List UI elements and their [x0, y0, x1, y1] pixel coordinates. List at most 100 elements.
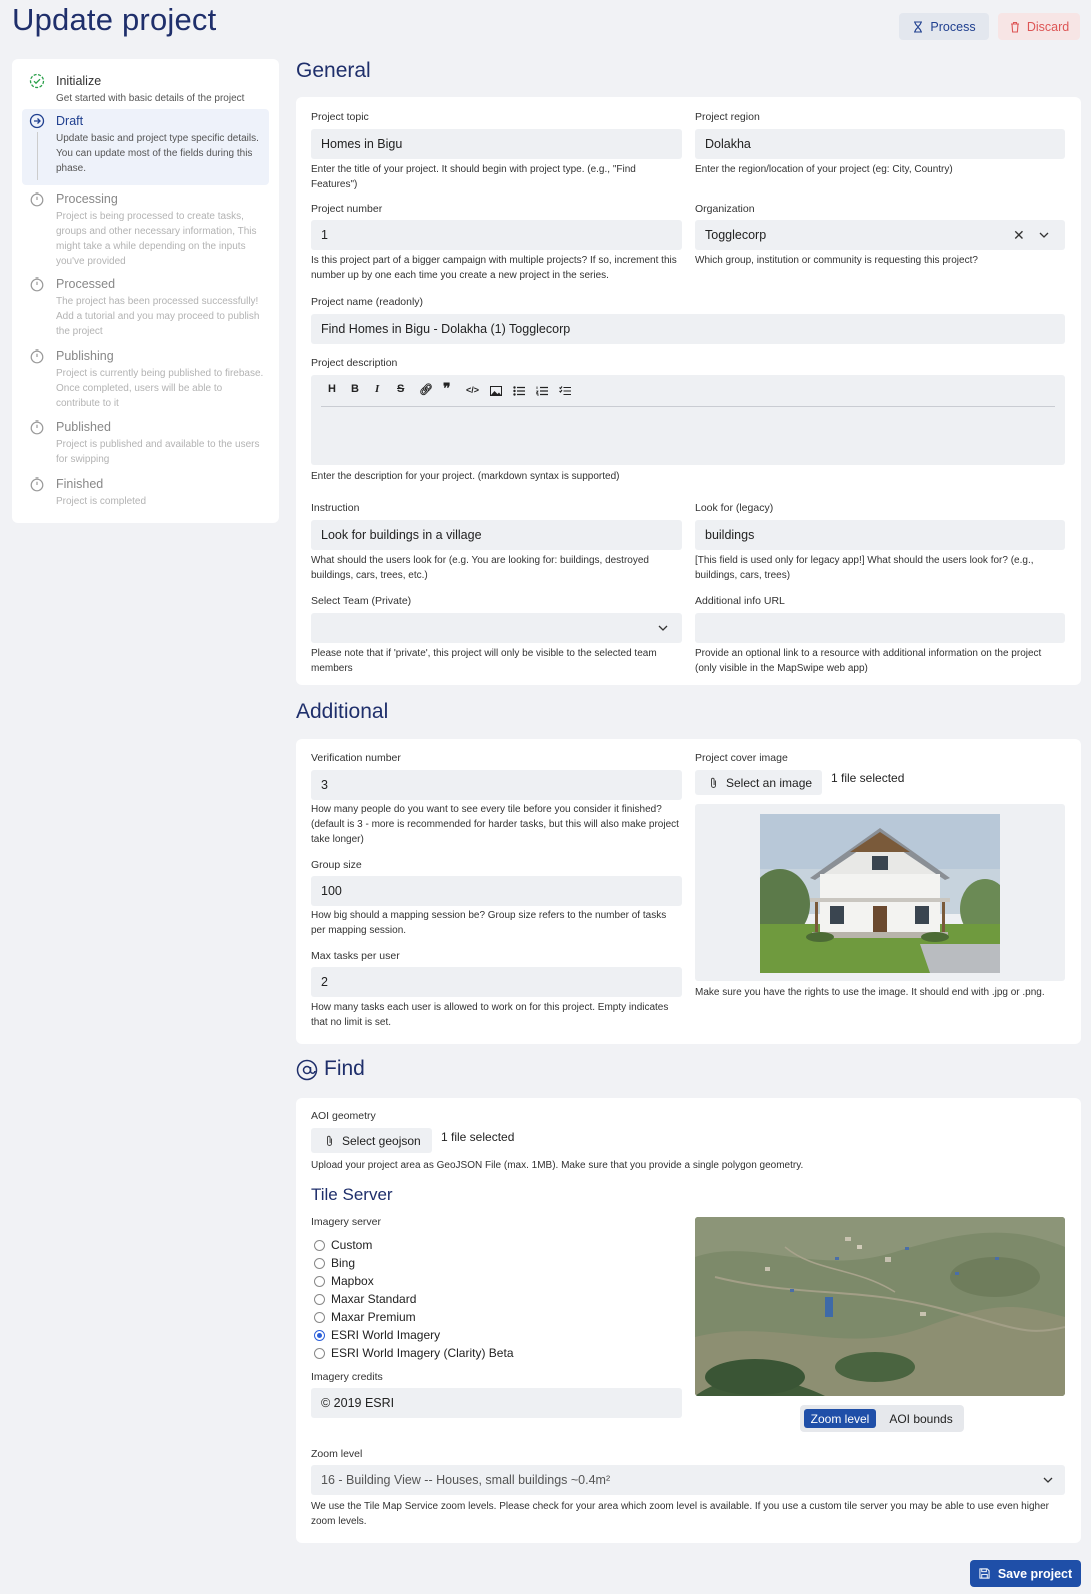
link-icon[interactable]: 🔗︎	[419, 383, 433, 396]
team-select[interactable]	[311, 613, 682, 643]
topic-input[interactable]: Homes in Bigu	[311, 129, 682, 159]
group-size-input[interactable]: 100	[311, 876, 682, 906]
stopwatch-icon	[30, 477, 44, 492]
lookfor-input[interactable]: buildings	[695, 520, 1065, 550]
radio-bing[interactable]: Bing	[314, 1256, 355, 1270]
radio-label: Maxar Standard	[331, 1292, 417, 1306]
info-url-input[interactable]	[695, 613, 1065, 643]
select-geojson-label: Select geojson	[342, 1133, 421, 1148]
clear-icon[interactable]: ✕	[1013, 227, 1025, 244]
number-input[interactable]: 1	[311, 220, 682, 250]
discard-label: Discard	[1026, 19, 1070, 34]
credits-label: Imagery credits	[311, 1371, 383, 1383]
step-title: Processing	[56, 192, 118, 206]
italic-icon[interactable]: I	[375, 383, 379, 395]
zoom-hint: We use the Tile Map Service zoom levels.…	[311, 1501, 1049, 1527]
chevron-down-icon[interactable]	[1043, 1476, 1053, 1484]
radio-label: Maxar Premium	[331, 1310, 416, 1324]
group-size-label: Group size	[311, 859, 362, 871]
step-desc: Project is completed	[56, 496, 147, 507]
step-desc: Get started with basic details of the pr…	[56, 93, 245, 104]
process-button[interactable]: Process	[899, 13, 989, 40]
zoom-select[interactable]: 16 - Building View -- Houses, small buil…	[311, 1465, 1065, 1495]
radio-esri-world-imagery[interactable]: ESRI World Imagery	[314, 1328, 440, 1342]
process-label: Process	[930, 19, 976, 34]
numbered-list-icon[interactable]	[536, 386, 548, 396]
radio-maxar-premium[interactable]: Maxar Premium	[314, 1310, 416, 1324]
name-label: Project name (readonly)	[311, 296, 424, 308]
page-title: Update project	[12, 2, 217, 37]
select-image-button[interactable]: Select an image	[695, 770, 822, 795]
max-tasks-hint: How many tasks each user is allowed to w…	[311, 1002, 669, 1028]
general-heading: General	[296, 59, 371, 82]
credits-input[interactable]: © 2019 ESRI	[311, 1388, 682, 1418]
organization-hint: Which group, institution or community is…	[695, 255, 978, 266]
name-readonly-field: Find Homes in Bigu - Dolakha (1) Togglec…	[311, 314, 1065, 344]
hourglass-icon	[914, 20, 923, 33]
radio-esri-clarity[interactable]: ESRI World Imagery (Clarity) Beta	[314, 1346, 514, 1360]
topic-label: Project topic	[311, 111, 369, 123]
bold-icon[interactable]: B	[351, 383, 359, 395]
tab-zoom-level[interactable]: Zoom level	[804, 1409, 876, 1428]
radio-circle	[314, 1347, 325, 1359]
imagery-preview-map[interactable]	[695, 1217, 1065, 1396]
save-project-button[interactable]: Save project	[970, 1560, 1081, 1587]
aoi-label: AOI geometry	[311, 1110, 376, 1122]
discard-button[interactable]: Discard	[998, 13, 1080, 40]
paperclip-icon	[327, 1135, 332, 1146]
radio-circle	[314, 1311, 325, 1323]
step-title: Initialize	[56, 74, 102, 88]
step-title: Draft	[56, 114, 84, 128]
max-tasks-input[interactable]: 2	[311, 967, 682, 997]
chevron-down-icon[interactable]	[1039, 231, 1049, 239]
additional-heading: Additional	[296, 700, 389, 723]
number-hint: Is this project part of a bigger campaig…	[311, 255, 677, 281]
image-icon[interactable]	[490, 386, 502, 396]
radio-maxar-standard[interactable]: Maxar Standard	[314, 1292, 416, 1306]
organization-select[interactable]: Togglecorp	[695, 220, 1065, 250]
imagery-label: Imagery server	[311, 1216, 382, 1228]
at-sign-icon	[296, 1059, 318, 1081]
radio-label: Bing	[331, 1256, 356, 1270]
task-list-icon[interactable]	[559, 386, 571, 396]
radio-mapbox[interactable]: Mapbox	[314, 1274, 374, 1288]
chevron-down-icon[interactable]	[658, 624, 668, 632]
team-hint: Please note that if 'private', this proj…	[311, 648, 657, 674]
info-url-hint: Provide an optional link to a resource w…	[695, 648, 1042, 674]
stopwatch-icon	[30, 192, 44, 207]
instruction-label: Instruction	[311, 502, 360, 514]
step-desc: The project has been processed successfu…	[56, 296, 260, 337]
radio-circle	[314, 1239, 325, 1251]
heading-icon[interactable]: H	[328, 383, 336, 395]
instruction-hint: What should the users look for (e.g. You…	[311, 555, 649, 581]
quote-icon[interactable]: ❞	[443, 380, 451, 397]
stopwatch-icon	[30, 277, 44, 292]
zoom-label: Zoom level	[311, 1448, 363, 1460]
step-desc: Project is being processed to create tas…	[56, 211, 257, 267]
strikethrough-icon[interactable]: S	[397, 383, 404, 395]
group-size-hint: How big should a mapping session be? Gro…	[311, 910, 667, 936]
step-processed: Processed The project has been processed…	[22, 272, 269, 338]
save-project-label: Save project	[997, 1566, 1073, 1581]
step-publishing: Publishing Project is currently being pu…	[22, 344, 269, 410]
tab-aoi-bounds[interactable]: AOI bounds	[884, 1409, 958, 1428]
trash-icon	[1010, 21, 1019, 33]
description-label: Project description	[311, 357, 398, 369]
instruction-input[interactable]: Look for buildings in a village	[311, 520, 682, 550]
code-icon[interactable]: </>	[466, 385, 479, 395]
step-connector	[37, 132, 38, 180]
cover-house-image	[760, 814, 1000, 973]
bullet-list-icon[interactable]	[513, 386, 525, 396]
verification-label: Verification number	[311, 752, 401, 764]
arrow-circle-icon	[29, 113, 45, 129]
select-geojson-button[interactable]: Select geojson	[311, 1128, 432, 1153]
number-label: Project number	[311, 203, 383, 215]
info-url-label: Additional info URL	[695, 595, 785, 607]
step-processing: Processing Project is being processed to…	[22, 187, 269, 269]
paperclip-icon	[711, 777, 716, 788]
check-circle-icon	[29, 73, 45, 89]
region-input[interactable]: Dolakha	[695, 129, 1065, 159]
cover-label: Project cover image	[695, 752, 788, 764]
radio-custom[interactable]: Custom	[314, 1238, 372, 1252]
verification-input[interactable]: 3	[311, 770, 682, 800]
